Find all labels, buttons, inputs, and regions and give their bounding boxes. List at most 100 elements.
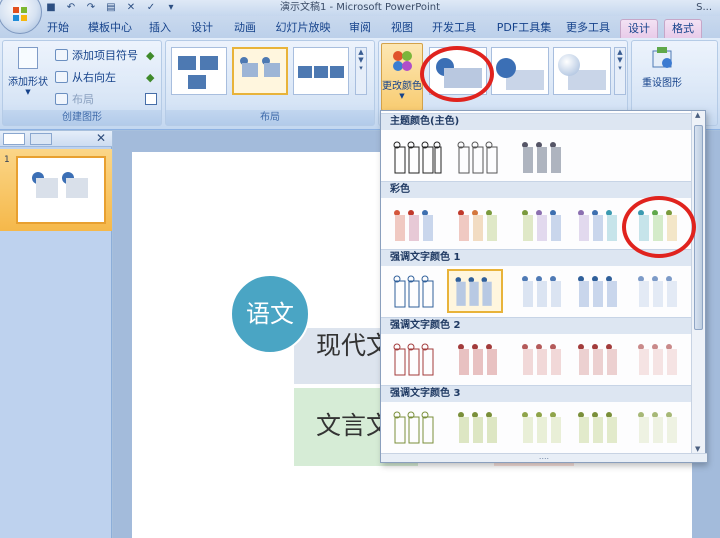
color-option-accent2-5[interactable] xyxy=(631,339,687,383)
row1-text: 现代文 xyxy=(316,331,382,360)
office-logo-icon xyxy=(13,7,27,21)
color-option-accent3-5[interactable] xyxy=(631,407,687,451)
tab-more-tools[interactable]: 更多工具 xyxy=(562,19,614,38)
color-option-accent1-2[interactable] xyxy=(447,269,503,313)
color-option-accent1-1[interactable] xyxy=(387,271,443,315)
text-pane-icon[interactable] xyxy=(145,93,157,105)
tab-insert[interactable]: 插入 xyxy=(144,19,176,38)
layout-group: ▲ ▼ ▾ 布局 xyxy=(165,40,375,126)
layout-option-2[interactable] xyxy=(232,47,288,95)
slides-panel: ✕ 1 xyxy=(0,131,112,538)
resize-grip[interactable]: .... xyxy=(381,453,707,462)
panel-tabs: ✕ xyxy=(0,131,112,147)
section-accent-1: 强调文字颜色 1 xyxy=(381,249,692,266)
quick-access-toolbar: ■ ↶ ↷ ▤ ✕ ✓ ▾ xyxy=(44,1,178,14)
section-theme-colors: 主题颜色(主色) xyxy=(381,113,692,130)
color-option-accent1-5[interactable] xyxy=(631,271,687,315)
layout-group-label: 布局 xyxy=(166,110,374,125)
add-shape-button[interactable]: 添加形状 ▼ xyxy=(7,45,49,96)
dropdown-arrow-icon: ▼ xyxy=(25,88,31,96)
layout-option-1[interactable] xyxy=(171,47,227,95)
dropdown-arrow-icon: ▼ xyxy=(399,92,405,100)
add-bullet-button[interactable]: 添加项目符号 xyxy=(55,47,138,63)
dropdown-scrollbar[interactable]: ▲ ▼ xyxy=(691,111,705,454)
color-option-colorful-4[interactable] xyxy=(571,205,627,249)
color-option-accent2-2[interactable] xyxy=(451,339,507,383)
close-doc-icon[interactable]: ✕ xyxy=(124,1,138,14)
style-gallery-scroll[interactable]: ▲ ▼ ▾ xyxy=(614,47,626,95)
color-option-accent3-2[interactable] xyxy=(451,407,507,451)
tab-template-center[interactable]: 模板中心 xyxy=(84,19,136,38)
reset-graphic-label: 重设图形 xyxy=(642,78,682,89)
section-accent-2: 强调文字颜色 2 xyxy=(381,317,692,334)
promote-icon[interactable]: ◆ xyxy=(146,49,154,62)
watermark-logo: Bai du 经验 xyxy=(560,494,690,519)
tab-home[interactable]: 开始 xyxy=(42,19,74,38)
scroll-up-icon[interactable]: ▲ xyxy=(695,111,700,119)
color-option-colorful-3[interactable] xyxy=(515,205,571,249)
check-icon[interactable]: ✓ xyxy=(144,1,158,14)
tab-slides[interactable] xyxy=(3,133,25,145)
color-option-accent2-1[interactable] xyxy=(387,339,443,383)
watermark-url: jingyan.baidu.com xyxy=(600,524,684,534)
redo-icon[interactable]: ↷ xyxy=(84,1,98,14)
tab-review[interactable]: 审阅 xyxy=(344,19,376,38)
row2-text: 文言文 xyxy=(316,411,382,440)
layout-small-button[interactable]: 布局 xyxy=(55,91,94,107)
color-option-accent3-4[interactable] xyxy=(571,407,627,451)
tab-design[interactable]: 设计 xyxy=(186,19,218,38)
smartart-circle[interactable]: 语文 xyxy=(230,274,310,354)
save-icon[interactable]: ■ xyxy=(44,1,58,14)
add-bullet-label: 添加项目符号 xyxy=(72,49,138,62)
change-colors-dropdown: 主题颜色(主色) 彩色 强调文字颜色 1 强调文字颜色 2 强调文字颜色 3 ▲… xyxy=(380,110,707,463)
reset-graphic-icon xyxy=(652,47,672,68)
bullet-icon xyxy=(55,49,68,61)
tab-slideshow[interactable]: 幻灯片放映 xyxy=(272,19,334,38)
slide-thumbnail[interactable] xyxy=(16,156,106,224)
title-bar: 演示文稿1 - Microsoft PowerPoint S... ■ ↶ ↷ … xyxy=(0,0,720,16)
undo-icon[interactable]: ↶ xyxy=(64,1,78,14)
tab-developer[interactable]: 开发工具 xyxy=(428,19,480,38)
color-option-colorful-2[interactable] xyxy=(451,205,507,249)
reset-graphic-button[interactable]: 重设图形 xyxy=(638,45,686,89)
layout-small-label: 布局 xyxy=(72,93,94,106)
layout-gallery-scroll[interactable]: ▲ ▼ ▾ xyxy=(355,47,367,95)
color-option-accent1-4[interactable] xyxy=(571,271,627,315)
style-option-1[interactable] xyxy=(429,47,487,95)
demote-icon[interactable]: ◆ xyxy=(146,71,154,84)
color-option-accent2-4[interactable] xyxy=(571,339,627,383)
change-colors-button[interactable]: 更改颜色 ▼ xyxy=(381,43,423,111)
print-icon[interactable]: ▤ xyxy=(104,1,118,14)
color-option-theme-1[interactable] xyxy=(387,137,443,181)
color-option-accent1-3[interactable] xyxy=(515,271,571,315)
change-colors-label: 更改颜色 xyxy=(382,81,422,92)
style-option-3[interactable] xyxy=(553,47,611,95)
tab-animation[interactable]: 动画 xyxy=(229,19,261,38)
color-option-accent3-1[interactable] xyxy=(387,407,443,451)
layout-option-3[interactable] xyxy=(293,47,349,95)
color-option-accent2-3[interactable] xyxy=(515,339,571,383)
color-option-colorful-1[interactable] xyxy=(387,205,443,249)
tab-pdf-tools[interactable]: PDF工具集 xyxy=(492,19,556,38)
tab-smartart-design[interactable]: 设计 xyxy=(620,19,658,38)
close-panel-icon[interactable]: ✕ xyxy=(96,131,106,145)
tab-format[interactable]: 格式 xyxy=(664,19,702,38)
add-shape-label: 添加形状 xyxy=(8,77,48,88)
section-colorful: 彩色 xyxy=(381,181,692,198)
swap-arrows-icon xyxy=(55,71,68,83)
color-option-accent3-3[interactable] xyxy=(515,407,571,451)
color-option-theme-3[interactable] xyxy=(515,137,571,181)
customize-icon[interactable]: ▾ xyxy=(164,1,178,14)
scroll-down-icon[interactable]: ▼ xyxy=(695,445,700,453)
style-option-2[interactable] xyxy=(491,47,549,95)
color-option-colorful-5[interactable] xyxy=(631,205,687,249)
org-chart-icon xyxy=(55,93,68,105)
scroll-thumb[interactable] xyxy=(694,125,703,330)
section-accent-3: 强调文字颜色 3 xyxy=(381,385,692,402)
tab-outline[interactable] xyxy=(30,133,52,145)
right-to-left-button[interactable]: 从右向左 xyxy=(55,69,116,85)
color-option-theme-2[interactable] xyxy=(451,137,507,181)
tab-view[interactable]: 视图 xyxy=(386,19,418,38)
title-right-text: S... xyxy=(696,2,712,13)
create-graphic-group: 添加形状 ▼ 添加项目符号 从右向左 布局 ◆ ◆ 创建图形 xyxy=(2,40,162,126)
